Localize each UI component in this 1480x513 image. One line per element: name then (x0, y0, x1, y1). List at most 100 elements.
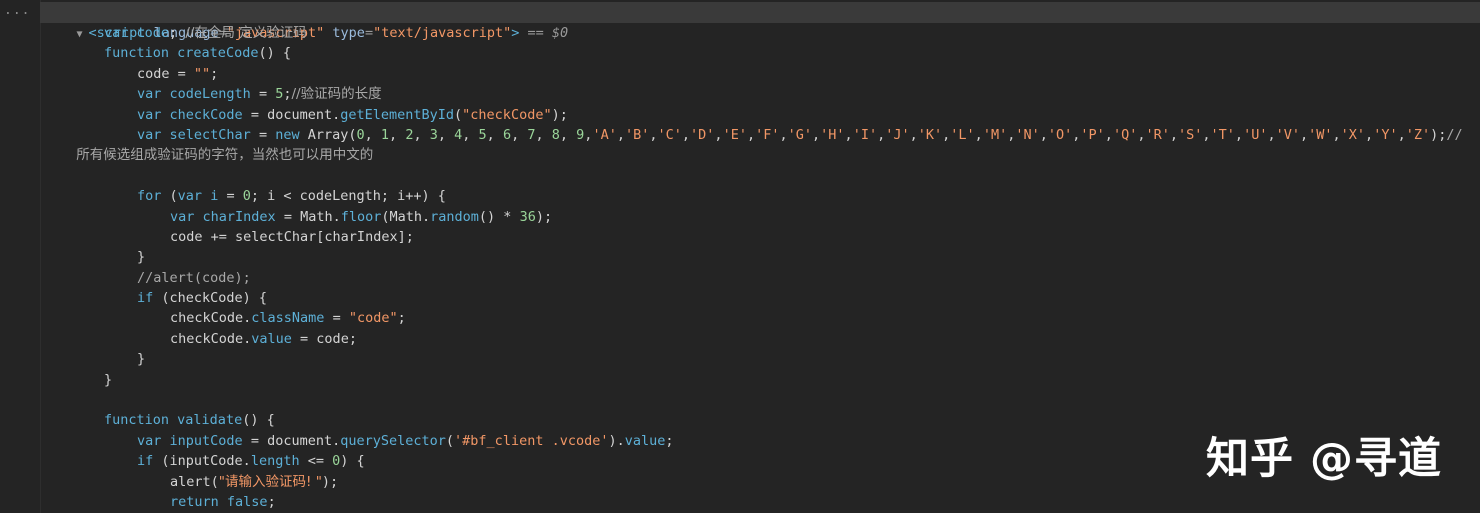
code-token: var (137, 106, 162, 123)
code-token: function (104, 412, 170, 429)
code-token: 1 (380, 126, 390, 143)
code-token: = document. (242, 432, 341, 449)
more-icon[interactable]: ... (4, 3, 30, 18)
code-token: , (364, 126, 381, 143)
code-token: 'H' (820, 126, 845, 143)
code-token: 'O' (1047, 126, 1073, 143)
code-token: , (681, 126, 691, 143)
code-token: ; (169, 25, 186, 41)
code-token: 'I' (852, 126, 878, 143)
code-token: ). (608, 432, 625, 449)
code-line: checkCode.value = code; (40, 329, 1480, 349)
code-token: 'N' (1015, 126, 1040, 143)
code-token: , (649, 126, 658, 143)
code-token: getElementById (340, 106, 455, 123)
code-line: var charIndex = Math.floor(Math.random()… (40, 207, 1480, 227)
code-token: } (137, 351, 146, 368)
code-token: 'M' (982, 126, 1008, 143)
code-token: ( (454, 106, 463, 123)
code-token: = Math. (275, 208, 341, 225)
code-token: = (218, 188, 243, 205)
code-token: , (1332, 126, 1341, 143)
code-line: if (checkCode) { (40, 288, 1480, 308)
code-token: random (430, 208, 479, 225)
code-token: false (226, 493, 268, 510)
code-token: = (250, 86, 276, 103)
code-token: , (877, 126, 886, 143)
code-token: 3 (429, 126, 438, 143)
code-token: //验证码的长度 (291, 86, 382, 103)
code-token: , (1234, 126, 1244, 143)
code-token: value (624, 432, 666, 449)
code-token: "" (193, 65, 211, 82)
code-token: checkCode (169, 106, 243, 123)
code-token: ( (445, 432, 455, 449)
code-token: '#bf_client .vcode' (454, 432, 609, 449)
code-token: var (137, 432, 162, 449)
code-token: createCode (177, 45, 259, 62)
code-token: selectChar (169, 126, 251, 143)
code-token: , (844, 126, 853, 143)
code-token: ); (1430, 126, 1447, 143)
code-token: var (137, 126, 162, 143)
code-token: , (779, 126, 788, 143)
code-token: //alert(code); (137, 269, 251, 286)
code-token: , (389, 126, 406, 143)
code-token: , (1039, 126, 1048, 143)
code-token: //在全局 定义验证码 (185, 25, 307, 41)
code-line: var checkCode = document.getElementById(… (40, 105, 1480, 125)
code-token: 'P' (1080, 126, 1105, 143)
code-token: return (170, 493, 219, 510)
code-token: , (413, 126, 430, 143)
code-token: , (1397, 126, 1406, 143)
code-token: , (974, 126, 983, 143)
code-token: 36 (519, 208, 536, 225)
scrollbar[interactable] (1474, 23, 1480, 513)
code-token: var (104, 25, 129, 41)
code-token: , (559, 126, 577, 143)
code-token: 'K' (917, 126, 943, 143)
code-token: 0 (356, 126, 365, 143)
code-token: () { (242, 412, 275, 429)
code-token: } (137, 249, 146, 266)
code-token: , (511, 126, 528, 143)
code-token: alert( (170, 473, 219, 490)
code-token: 'D' (690, 126, 715, 143)
code-token: new (275, 126, 300, 143)
code-token: 'T' (1210, 126, 1235, 143)
code-token: value (251, 330, 292, 347)
code-token: () * (478, 208, 520, 225)
code-token: "code" (348, 310, 398, 327)
script-node[interactable]: ▼ <script language="javascript" type="tex… (44, 3, 569, 41)
code-token: 'F' (755, 126, 780, 143)
code-token: if (137, 290, 154, 307)
code-line: code += selectChar[charIndex]; (40, 227, 1480, 247)
code-token: 'A' (592, 126, 617, 143)
code-token: , (1299, 126, 1309, 143)
code-token: charIndex (202, 208, 276, 225)
code-token: "请输入验证码! " (218, 473, 322, 490)
code-line: } (40, 370, 1480, 390)
code-token: 5 (478, 126, 487, 143)
code-token: , (616, 126, 625, 143)
code-token: 8 (551, 126, 560, 143)
code-token: , (1169, 126, 1178, 143)
code-token: , (486, 126, 503, 143)
gutter: ... (0, 0, 41, 513)
code-line: code = ""; (40, 64, 1480, 84)
code-line: checkCode.className = "code"; (40, 308, 1480, 328)
devtools-elements-panel: ... ▼ <script language="javascript" type=… (0, 0, 1480, 513)
code-token: var (170, 208, 195, 225)
code-token: 'U' (1243, 126, 1268, 143)
code-token: = (324, 310, 349, 327)
code-token: var (177, 188, 203, 205)
code-line: var selectChar = new Array(0, 1, 2, 3, 4… (40, 125, 1480, 145)
code-token: validate (177, 412, 243, 429)
code-token: , (462, 126, 479, 143)
code-token: checkCode. (170, 330, 252, 347)
code-token: className (251, 310, 325, 327)
